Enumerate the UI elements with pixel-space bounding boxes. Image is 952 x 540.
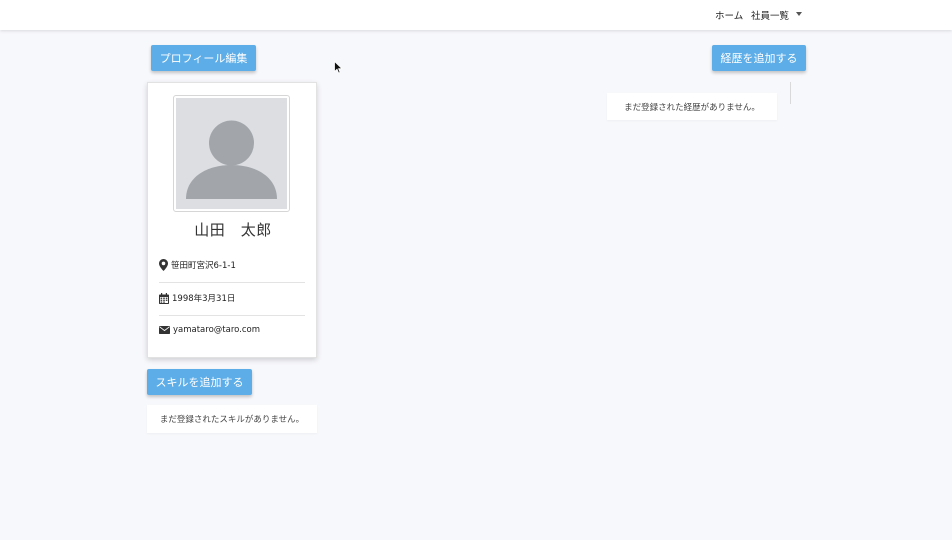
avatar-placeholder-icon [176,98,287,209]
calendar-icon [159,292,169,304]
divider [159,282,305,283]
profile-card: 山田 太郎 笹田町宮沢6-1-1 1998年3月31日 yamataro@tar… [147,82,317,358]
profile-email: yamataro@taro.com [173,325,261,335]
add-career-button[interactable]: 経歴を追加する [712,45,806,71]
add-skill-button[interactable]: スキルを追加する [147,369,252,395]
profile-address-row: 笹田町宮沢6-1-1 [159,254,306,276]
profile-address: 笹田町宮沢6-1-1 [171,261,236,271]
profile-name: 山田 太郎 [194,221,272,239]
career-timeline-line [790,82,791,104]
envelope-icon [159,326,170,334]
caret-down-icon[interactable] [796,12,802,16]
nav-link-home[interactable]: ホーム [715,8,743,22]
mouse-cursor-icon [334,61,343,74]
avatar [173,95,290,212]
divider [159,315,305,316]
top-navbar: ホーム 社員一覧 [0,0,952,30]
skills-empty-message: まだ登録されたスキルがありません。 [147,405,317,433]
map-marker-icon [159,259,168,271]
profile-birthday: 1998年3月31日 [172,294,236,304]
profile-email-row: yamataro@taro.com [159,319,306,341]
edit-profile-button[interactable]: プロフィール編集 [151,45,256,71]
career-empty-message: まだ登録された経歴がありません。 [607,93,777,120]
profile-birthday-row: 1998年3月31日 [159,287,306,309]
nav-link-employees[interactable]: 社員一覧 [751,8,789,22]
